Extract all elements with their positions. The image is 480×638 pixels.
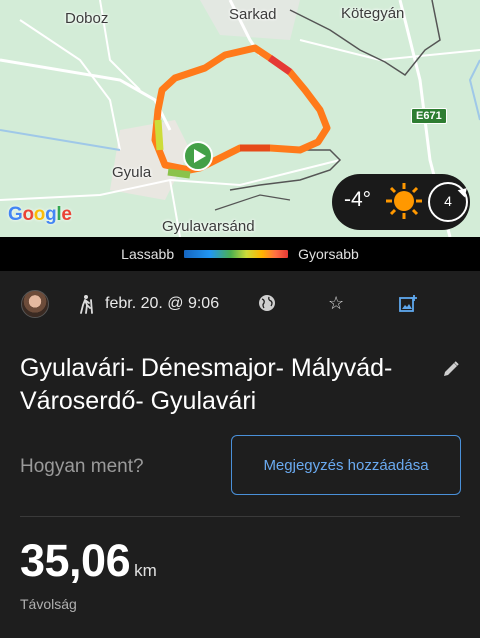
distance-stat: 35,06 km [20, 535, 157, 587]
how-did-it-go-prompt: Hogyan ment? [20, 456, 144, 477]
distance-unit: km [134, 561, 157, 580]
distance-value: 35,06 [20, 535, 131, 586]
add-photo-icon[interactable] [398, 294, 418, 314]
legend-fast-label: Gyorsabb [298, 246, 359, 262]
temperature: -4° [344, 188, 372, 211]
sun-icon [386, 183, 422, 219]
divider [20, 516, 460, 517]
place-label-gyulavarsand: Gyulavarsánd [162, 218, 255, 235]
wind-icon: 4 [428, 182, 471, 222]
avatar[interactable] [21, 290, 49, 318]
globe-icon[interactable] [258, 294, 276, 312]
place-label-sarkad: Sarkad [229, 6, 277, 23]
activity-meta-row: febr. 20. @ 9:06 ☆ [0, 280, 480, 328]
google-logo: Google [8, 204, 72, 225]
add-note-button[interactable]: Megjegyzés hozzáadása [231, 435, 461, 495]
place-label-gyula: Gyula [112, 164, 152, 181]
activity-date: febr. 20. @ 9:06 [105, 295, 220, 312]
road-badge: E671 [411, 108, 447, 124]
route-map[interactable]: Doboz Sarkad Kötegyán Gyula Gyulavarsánd… [0, 0, 480, 237]
hiker-icon [80, 295, 93, 314]
speed-legend: Lassabb Gyorsabb [0, 237, 480, 271]
distance-label: Távolság [20, 596, 77, 612]
activity-title[interactable]: Gyulavári- Dénesmajor- Mályvád- Városerd… [20, 352, 420, 418]
place-label-kotegyan: Kötegyán [341, 5, 405, 22]
legend-slow-label: Lassabb [121, 246, 175, 262]
place-label-doboz: Doboz [65, 10, 109, 27]
edit-pencil-icon[interactable] [442, 360, 460, 378]
speed-gradient-bar [184, 250, 289, 258]
wind-speed: 4 [444, 193, 452, 209]
star-icon[interactable]: ☆ [328, 293, 344, 314]
weather-widget[interactable]: -4° 4 [332, 174, 471, 230]
